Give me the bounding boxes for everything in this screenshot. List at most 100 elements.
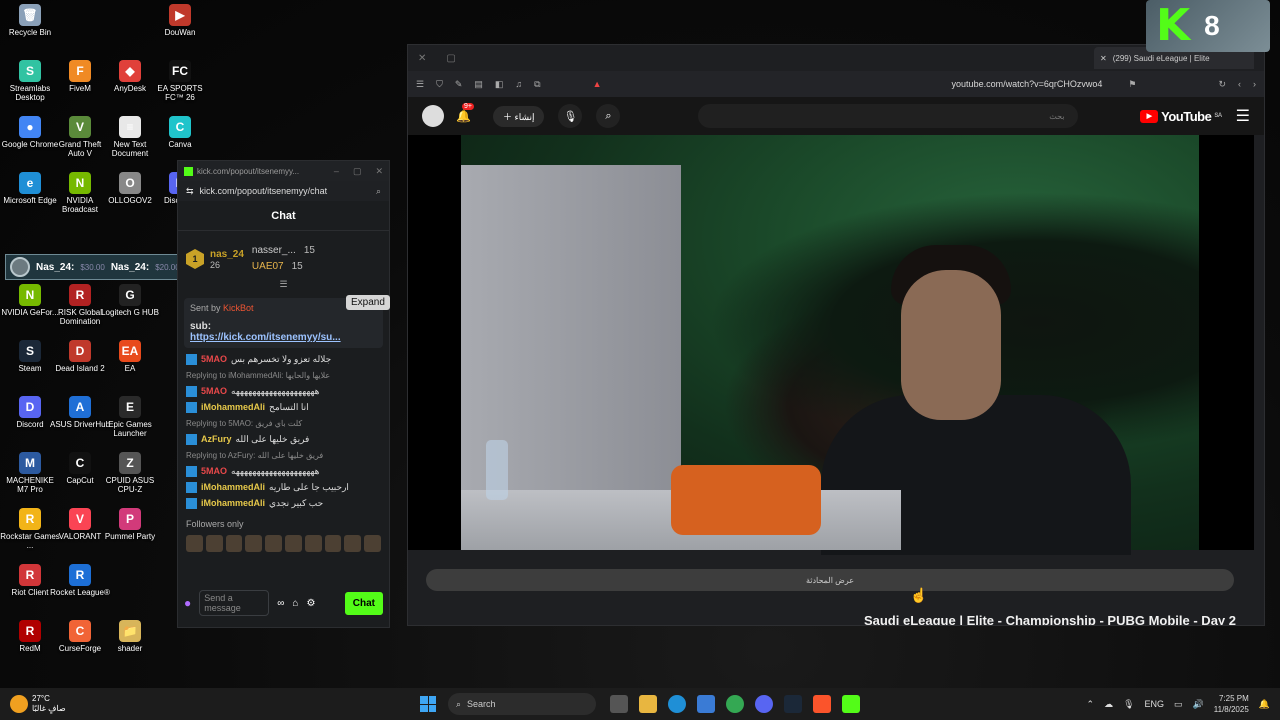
- desktop-icon[interactable]: E Epic Games Launcher: [100, 396, 160, 448]
- menu-icon[interactable]: ☰: [416, 79, 424, 90]
- pinned-bot-name[interactable]: KickBot: [223, 303, 254, 313]
- store-icon[interactable]: ⌂: [292, 598, 298, 609]
- search-icon[interactable]: ⌕: [596, 104, 621, 128]
- language-indicator[interactable]: ENG: [1145, 699, 1165, 709]
- brave-icon[interactable]: [813, 695, 831, 713]
- kick-app-icon[interactable]: [842, 695, 860, 713]
- voice-search-icon[interactable]: 🎙: [558, 104, 583, 128]
- leader-user-2[interactable]: nasser_...: [252, 245, 296, 256]
- desktop-icon[interactable]: G Logitech G HUB: [100, 284, 160, 336]
- emote-picker-icon[interactable]: ∞: [277, 598, 284, 609]
- close-icon[interactable]: ✕: [375, 166, 383, 177]
- settings-icon[interactable]: ⚙: [306, 598, 315, 609]
- video-frame[interactable]: [461, 135, 1199, 555]
- leader-top-user[interactable]: nas_24: [210, 249, 244, 260]
- volume-icon[interactable]: 🔊: [1193, 699, 1204, 710]
- emote[interactable]: [265, 535, 282, 552]
- chat-text: ههههههههههههههههههههه: [231, 466, 320, 476]
- emote[interactable]: [324, 535, 342, 552]
- chrome-icon[interactable]: [726, 695, 744, 713]
- desktop-icon[interactable]: 🗑 Recycle Bin: [0, 4, 60, 56]
- emote[interactable]: [364, 535, 381, 552]
- store-icon[interactable]: [697, 695, 715, 713]
- emote[interactable]: [245, 535, 263, 552]
- avatar[interactable]: [422, 105, 444, 127]
- kick-chat-window: kick.com/popout/itsenemyy... – ▢ ✕ ⇆ kic…: [177, 160, 390, 628]
- restore-icon[interactable]: ▢: [446, 53, 455, 64]
- chat-username[interactable]: iMohammedAli: [201, 481, 265, 494]
- reader-icon[interactable]: ▤: [474, 79, 483, 90]
- reload-icon[interactable]: ↻: [1218, 79, 1226, 90]
- desktop-icon[interactable]: FC EA SPORTS FC™ 26: [150, 60, 210, 112]
- tray-overflow-icon[interactable]: ⌃: [1087, 699, 1095, 710]
- leader-user-3[interactable]: UAE07: [252, 261, 284, 272]
- weather-widget[interactable]: 27°C صافٍ غالبًا: [0, 694, 420, 714]
- sidebar-icon[interactable]: ◧: [495, 79, 504, 90]
- chat-username[interactable]: 5MAO: [201, 385, 227, 398]
- clock[interactable]: 7:25 PM 11/8/2025: [1214, 693, 1249, 715]
- pinned-link[interactable]: https://kick.com/itsenemyy/su...: [190, 332, 377, 343]
- video-player[interactable]: [408, 135, 1254, 555]
- shield-icon[interactable]: ⛉: [436, 79, 443, 90]
- desktop-icon[interactable]: P Pummel Party: [100, 508, 160, 560]
- chat-username[interactable]: iMohammedAli: [201, 401, 265, 414]
- chat-username[interactable]: 5MAO: [201, 465, 227, 478]
- desktop-icon[interactable]: ▶ DouWan: [150, 4, 210, 56]
- pin-icon[interactable]: ✎: [455, 79, 463, 90]
- youtube-logo[interactable]: ▶ YouTube SA: [1140, 109, 1222, 124]
- emote[interactable]: [284, 535, 302, 552]
- zoom-icon[interactable]: ⌕: [376, 186, 381, 197]
- forward-icon[interactable]: ›: [1253, 79, 1256, 89]
- bookmark-icon[interactable]: ⚑: [1128, 79, 1136, 90]
- music-icon[interactable]: ♫: [515, 79, 522, 89]
- extension-icon[interactable]: ▲: [593, 79, 602, 89]
- send-chat-button[interactable]: Chat: [344, 591, 383, 615]
- leader-count-3: 15: [291, 261, 303, 272]
- maximize-icon[interactable]: ▢: [353, 166, 362, 177]
- mic-icon[interactable]: ●: [184, 596, 191, 610]
- back-icon[interactable]: ‹: [1238, 79, 1241, 89]
- chat-input[interactable]: Send a message: [199, 590, 270, 616]
- close-window-icon[interactable]: ✕: [418, 53, 426, 64]
- chat-message: 5MAO ههههههههههههههههههههه: [186, 465, 381, 478]
- search-input[interactable]: بحث: [698, 104, 1079, 128]
- kick-titlebar[interactable]: kick.com/popout/itsenemyy... – ▢ ✕: [178, 161, 389, 181]
- notification-bell-icon[interactable]: 🔔: [1259, 699, 1270, 710]
- desktop-icon[interactable]: Z CPUID ASUS CPU-Z: [100, 452, 160, 504]
- edge-icon[interactable]: [668, 695, 686, 713]
- app-icon: F: [69, 60, 91, 82]
- kick-url-bar[interactable]: ⇆ kick.com/popout/itsenemyy/chat ⌕: [178, 181, 389, 201]
- emote[interactable]: [304, 535, 322, 552]
- desktop-icon[interactable]: 📁 shader: [100, 620, 160, 672]
- display-icon[interactable]: ▭: [1174, 699, 1183, 710]
- discord-icon[interactable]: [755, 695, 773, 713]
- tune-icon[interactable]: ⇆: [186, 186, 194, 197]
- tab-close-icon[interactable]: ✕: [1100, 54, 1107, 63]
- mic-tray-icon[interactable]: 🎙: [1123, 699, 1134, 710]
- chat-username[interactable]: 5MAO: [201, 353, 227, 366]
- desktop-icon[interactable]: EA EA: [100, 340, 160, 392]
- emote[interactable]: [205, 535, 223, 552]
- steam-icon[interactable]: [784, 695, 802, 713]
- emote[interactable]: [225, 535, 243, 552]
- guide-menu-icon[interactable]: ☰: [1236, 106, 1250, 126]
- chat-username[interactable]: AzFury: [201, 433, 232, 446]
- taskbar-search[interactable]: ⌕ Search: [448, 693, 596, 715]
- taskbar-apps: [610, 695, 860, 713]
- start-button[interactable]: [420, 696, 436, 712]
- desktop-icon-label: Riot Client: [11, 588, 49, 597]
- task-view-icon[interactable]: [610, 695, 628, 713]
- url-field[interactable]: youtube.com/watch?v=6qrCHOzvwo4: [952, 79, 1103, 89]
- screenshot-icon[interactable]: ⧉: [534, 79, 540, 90]
- emote[interactable]: [186, 535, 203, 552]
- desktop-icon[interactable]: R Rocket League®: [50, 564, 110, 616]
- chat-replay-button[interactable]: عرض المحادثة: [426, 569, 1234, 591]
- leaderboard-toggle-icon[interactable]: ☰: [178, 279, 389, 290]
- network-icon[interactable]: ☁: [1104, 699, 1113, 710]
- notifications-icon[interactable]: 🔔 9+: [456, 103, 474, 123]
- create-button[interactable]: ＋ إنشاء: [492, 105, 545, 127]
- emote[interactable]: [344, 535, 362, 552]
- minimize-icon[interactable]: –: [334, 166, 339, 177]
- file-explorer-icon[interactable]: [639, 695, 657, 713]
- chat-username[interactable]: iMohammedAli: [201, 497, 265, 510]
